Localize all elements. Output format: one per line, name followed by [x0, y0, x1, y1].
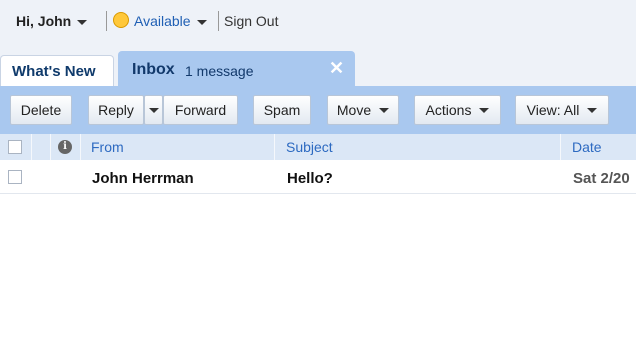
- info-icon: i: [58, 140, 72, 154]
- column-from[interactable]: From: [91, 139, 124, 155]
- button-label: View: All: [526, 102, 580, 118]
- tab-label: Inbox: [132, 61, 175, 78]
- divider: [106, 11, 107, 31]
- message-date: Sat 2/20: [573, 170, 630, 187]
- divider: [80, 134, 81, 160]
- actions-button[interactable]: Actions: [414, 95, 501, 125]
- divider: [31, 134, 32, 160]
- divider: [50, 134, 51, 160]
- move-button[interactable]: Move: [327, 95, 399, 125]
- row-checkbox[interactable]: [8, 170, 22, 184]
- chevron-down-icon: [148, 107, 159, 113]
- view-button[interactable]: View: All: [515, 95, 609, 125]
- divider: [560, 134, 561, 160]
- column-subject[interactable]: Subject: [286, 139, 333, 155]
- divider: [218, 11, 219, 31]
- chevron-down-icon: [479, 107, 490, 113]
- tab-inbox[interactable]: Inbox 1 message ✕: [118, 51, 355, 87]
- tab-label: What's New: [12, 63, 96, 80]
- message-count: 1 message: [185, 63, 254, 79]
- select-all-checkbox[interactable]: [8, 140, 22, 154]
- message-subject: Hello?: [287, 170, 333, 187]
- column-date[interactable]: Date: [572, 139, 602, 155]
- top-bar: [0, 0, 636, 52]
- smiley-icon: [113, 12, 129, 28]
- button-label: Move: [336, 102, 372, 118]
- button-label: Actions: [425, 102, 472, 118]
- reply-dropdown-button[interactable]: [144, 95, 163, 125]
- status-label: Available: [134, 13, 191, 29]
- divider: [274, 134, 275, 160]
- tab-whats-new[interactable]: What's New: [0, 55, 114, 86]
- user-menu[interactable]: Hi, John: [16, 13, 88, 29]
- chevron-down-icon: [587, 107, 598, 113]
- close-icon[interactable]: ✕: [329, 58, 344, 79]
- delete-button[interactable]: Delete: [10, 95, 72, 125]
- greeting-label: Hi, John: [16, 13, 72, 29]
- chevron-down-icon: [77, 19, 88, 25]
- forward-button[interactable]: Forward: [163, 95, 238, 125]
- sign-out-link[interactable]: Sign Out: [224, 13, 278, 29]
- status-menu[interactable]: Available: [134, 13, 207, 29]
- spam-button[interactable]: Spam: [253, 95, 311, 125]
- chevron-down-icon: [379, 107, 390, 113]
- chevron-down-icon: [196, 19, 207, 25]
- reply-button[interactable]: Reply: [88, 95, 144, 125]
- message-from: John Herrman: [92, 170, 194, 187]
